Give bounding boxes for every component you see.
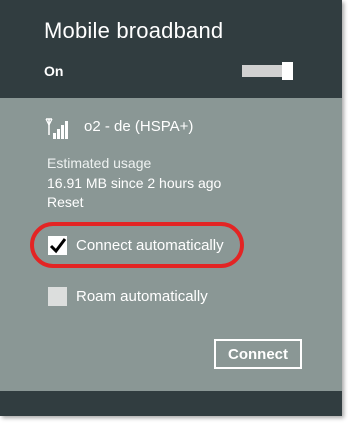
flyout-header: Mobile broadband On (0, 0, 342, 98)
estimated-usage-label: Estimated usage (47, 155, 152, 171)
signal-bars-icon (45, 118, 68, 139)
toggle-state-label: On (44, 63, 64, 79)
flyout-title: Mobile broadband (44, 18, 224, 43)
mobile-broadband-toggle[interactable] (242, 62, 293, 80)
flyout-footer (0, 391, 342, 416)
connect-automatically-checkbox[interactable] (48, 236, 67, 255)
mobile-broadband-flyout: Mobile broadband On o2 - de (HSPA+) Esti… (0, 0, 342, 416)
network-name: o2 - de (HSPA+) (84, 118, 194, 135)
reset-link[interactable]: Reset (47, 194, 84, 210)
toggle-thumb[interactable] (282, 62, 293, 80)
connect-button[interactable]: Connect (214, 339, 302, 369)
connect-automatically-label[interactable]: Connect automatically (76, 237, 224, 254)
roam-automatically-label[interactable]: Roam automatically (76, 288, 208, 305)
toggle-track (242, 65, 282, 77)
roam-automatically-checkbox[interactable] (48, 287, 67, 306)
checkmark-icon (49, 238, 67, 254)
usage-value: 16.91 MB since 2 hours ago (47, 175, 222, 191)
